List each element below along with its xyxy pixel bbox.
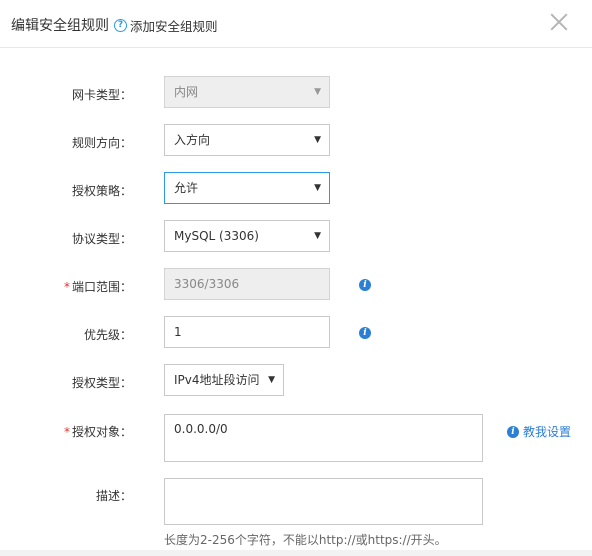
required-asterisk: *	[63, 425, 70, 439]
priority-value: 1	[174, 325, 182, 339]
auth-object-value: 0.0.0.0/0	[174, 422, 228, 436]
policy-label: 授权策略：	[71, 184, 132, 198]
policy-select[interactable]: 允许 ▼	[164, 172, 330, 204]
auth-object-label: * 授权对象：	[63, 425, 132, 439]
auth-object-textarea[interactable]: 0.0.0.0/0	[164, 414, 483, 462]
policy-value: 允许	[174, 181, 199, 195]
nic-type-select: 内网 ▼	[164, 76, 330, 108]
direction-value: 入方向	[174, 133, 211, 147]
teach-me-label: 教我设置	[523, 425, 572, 439]
port-range-value: 3306/3306	[174, 277, 240, 291]
priority-label: 优先级：	[83, 328, 132, 342]
protocol-value: MySQL (3306)	[174, 229, 259, 243]
info-icon[interactable]: i	[359, 279, 371, 291]
info-icon[interactable]: i	[359, 327, 371, 339]
dialog-title: 编辑安全组规则	[11, 18, 109, 34]
dialog-footer-divider	[0, 550, 592, 556]
required-asterisk: *	[63, 280, 70, 294]
teach-me-link[interactable]: i 教我设置	[507, 423, 571, 440]
auth-type-value: IPv4地址段访问	[174, 373, 260, 387]
chevron-down-icon: ▼	[314, 135, 321, 145]
priority-input[interactable]: 1	[164, 316, 330, 348]
chevron-down-icon: ▼	[314, 231, 321, 241]
direction-select[interactable]: 入方向 ▼	[164, 124, 330, 156]
direction-label: 规则方向：	[71, 136, 132, 150]
description-label: 描述：	[95, 489, 132, 503]
dialog-header: 编辑安全组规则 ? 添加安全组规则	[0, 0, 592, 48]
info-icon: i	[507, 425, 519, 438]
chevron-down-icon: ▼	[268, 375, 275, 385]
help-link[interactable]: ? 添加安全组规则	[114, 16, 218, 35]
nic-type-value: 内网	[174, 85, 199, 99]
question-circle-icon: ?	[114, 19, 127, 32]
description-textarea[interactable]	[164, 478, 483, 525]
protocol-label: 协议类型：	[71, 232, 132, 246]
chevron-down-icon: ▼	[314, 87, 321, 97]
port-range-input: 3306/3306	[164, 268, 330, 300]
help-link-label: 添加安全组规则	[130, 19, 218, 34]
protocol-select[interactable]: MySQL (3306) ▼	[164, 220, 330, 252]
description-hint: 长度为2-256个字符，不能以http://或https://开头。	[164, 533, 447, 547]
nic-type-label: 网卡类型：	[71, 88, 132, 102]
auth-type-select[interactable]: IPv4地址段访问 ▼	[164, 364, 284, 396]
auth-type-label: 授权类型：	[71, 376, 132, 390]
port-range-label: * 端口范围：	[63, 280, 132, 294]
chevron-down-icon: ▼	[314, 183, 321, 193]
close-icon[interactable]	[548, 11, 570, 33]
